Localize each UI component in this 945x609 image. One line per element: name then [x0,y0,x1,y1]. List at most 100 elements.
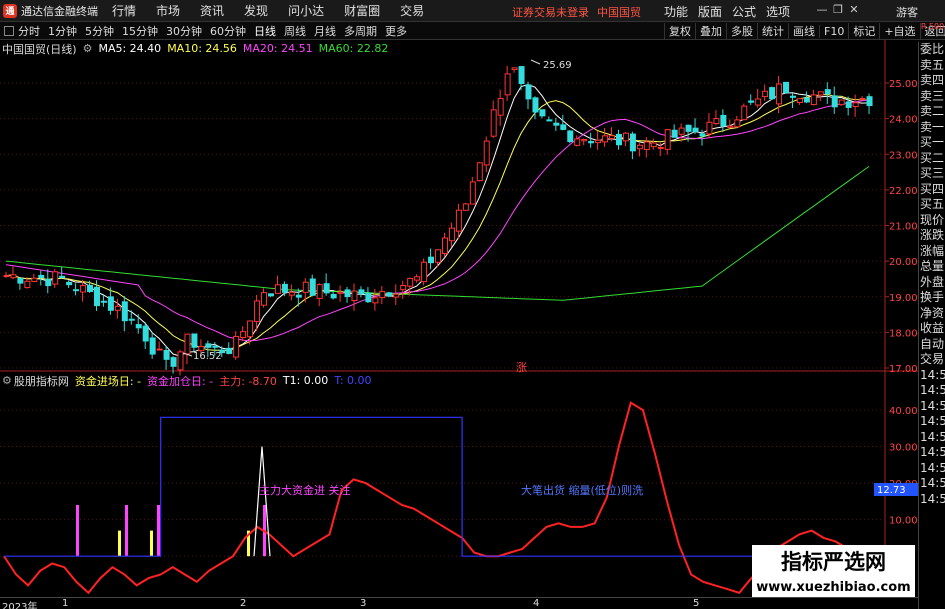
chart-area[interactable]: 25.00 24.00 23.00 22.00 21.00 20.00 19.00 18.00… [0,40,918,597]
candle-body [741,105,748,121]
grid-icon[interactable] [4,25,14,36]
period-more[interactable]: 更多 [385,23,407,39]
candle-body [177,351,184,371]
sidebar-item[interactable]: 卖一 [919,120,945,136]
period-multi[interactable]: 多周期 [344,23,377,39]
sidebar-item[interactable]: 委比 [919,42,945,58]
sidebar-item[interactable]: 14:56 [919,445,945,461]
candle-body [261,292,268,306]
add-watchlist-button[interactable]: +自选 [879,23,919,39]
candle-body [163,349,170,360]
close-icon[interactable]: ✕ [846,3,862,16]
candle-body [267,293,274,297]
period-daily[interactable]: 日线 [254,23,276,39]
app-title: 通达信金融终端 [21,4,98,18]
candle-body [212,345,219,348]
candle-body [24,280,31,289]
candle-body [490,109,497,137]
menu-formula[interactable]: 公式 [732,3,756,20]
candle-body [546,119,553,122]
menu-options[interactable]: 选项 [766,3,790,20]
sidebar-item[interactable]: 14:56 [919,430,945,446]
candle-body [351,290,358,302]
sidebar-item[interactable]: 14:56 [919,414,945,430]
ma10-line [5,93,870,352]
login-notice[interactable]: 证券交易未登录 [512,4,589,20]
price-tick-label: 19.00 [889,293,918,304]
period-30min[interactable]: 30分钟 [166,23,202,39]
overlay-button[interactable]: 叠加 [695,23,726,39]
sidebar-item[interactable]: 买二 [919,151,945,167]
sidebar-item[interactable]: 买四 [919,182,945,198]
mark-button[interactable]: 标记 [848,23,879,39]
candle-body [678,127,685,135]
period-60min[interactable]: 60分钟 [210,23,246,39]
candle-body [448,227,455,242]
period-5min[interactable]: 5分钟 [85,23,114,39]
candle-body [769,87,776,100]
sidebar-item[interactable]: 14:56 [919,368,945,384]
menu-function[interactable]: 功能 [664,3,688,20]
sidebar-item[interactable]: 现价 [919,213,945,229]
candle-body [107,296,114,311]
sidebar-item[interactable]: 卖五 [919,58,945,74]
menu-layout[interactable]: 版面 [698,3,722,20]
sidebar-item[interactable]: 14:56 [919,476,945,492]
candle-body [803,97,810,103]
sidebar-item[interactable]: 涨幅 [919,244,945,260]
sidebar-item[interactable]: 换手 [919,290,945,306]
sidebar-item[interactable]: 14:56 [919,383,945,399]
draw-button[interactable]: 画线 [788,23,819,39]
sidebar-item[interactable]: 买五 [919,197,945,213]
sidebar-item[interactable]: 外盘 [919,275,945,291]
menu-news[interactable]: 资讯 [200,2,224,19]
sidebar-item[interactable]: 自动 [919,337,945,353]
price-tick-label: 18.00 [889,328,918,339]
sidebar-item[interactable]: 净资 [919,306,945,322]
sidebar-item[interactable]: 收益 [919,321,945,337]
candle-body [615,133,622,146]
multi-stock-button[interactable]: 多股 [726,23,757,39]
indicator-main-label: 主力: -8.70 [219,374,277,388]
settings-icon[interactable]: ⚙ [83,42,93,55]
sidebar-item[interactable]: 14:56 [919,492,945,508]
sidebar-item[interactable]: 买一 [919,135,945,151]
period-weekly[interactable]: 周线 [284,23,306,39]
guest-label[interactable]: 游客 [896,4,918,20]
sidebar-item[interactable]: 交易 [919,352,945,368]
menu-trade[interactable]: 交易 [400,2,424,19]
sidebar-item[interactable]: 卖四 [919,73,945,89]
indicator-name[interactable]: 股朋指标网 [14,373,69,389]
minimize-icon[interactable]: — [814,3,830,16]
candle-body [518,66,525,85]
price-tick-label: 22.00 [889,186,918,197]
period-1min[interactable]: 1分钟 [48,23,77,39]
period-intraday[interactable]: 分时 [18,23,40,39]
candle-body [622,132,629,142]
sidebar-item[interactable]: 涨跌 [919,228,945,244]
sidebar-item[interactable]: 14:56 [919,461,945,477]
sidebar-item[interactable]: 卖三 [919,89,945,105]
sidebar-item[interactable]: 14:56 [919,399,945,415]
sidebar-item[interactable]: 买三 [919,166,945,182]
restore-icon[interactable]: ❐ [830,3,846,16]
period-monthly[interactable]: 月线 [314,23,336,39]
menu-ask[interactable]: 问小达 [288,2,324,19]
candle-body [476,162,483,182]
adjust-button[interactable]: 复权 [664,23,695,39]
candle-body [10,274,17,279]
stats-button[interactable]: 统计 [757,23,788,39]
f10-button[interactable]: F10 [819,24,848,38]
indicator-settings-icon[interactable]: ⚙ [2,374,12,387]
sidebar-item[interactable]: 卖二 [919,104,945,120]
candle-body [824,89,831,95]
candle-body [205,343,212,348]
period-15min[interactable]: 15分钟 [122,23,158,39]
menu-quotes[interactable]: 行情 [112,2,136,19]
candle-body [671,129,678,138]
menu-market[interactable]: 市场 [156,2,180,19]
menu-discover[interactable]: 发现 [244,2,268,19]
sidebar-item[interactable]: 总量 [919,259,945,275]
candle-body [866,96,873,107]
menu-wealth[interactable]: 财富圈 [344,2,380,19]
